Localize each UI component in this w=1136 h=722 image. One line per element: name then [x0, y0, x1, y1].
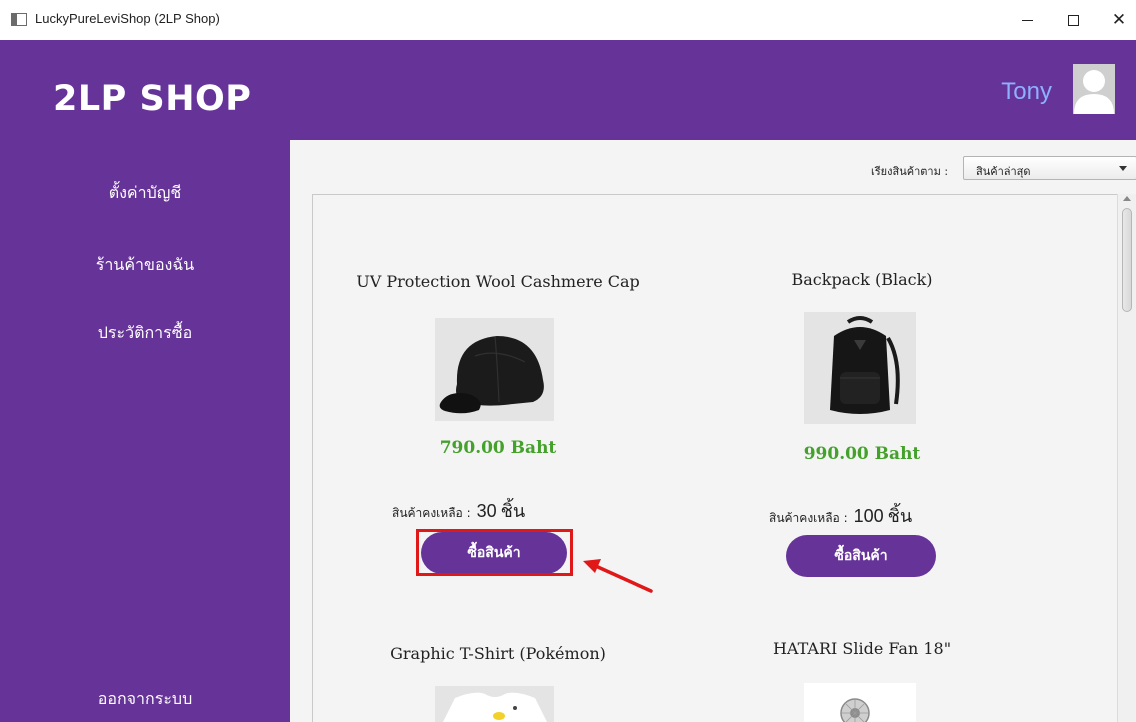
close-button[interactable]: ✕ — [1104, 8, 1134, 32]
fan-image-icon — [804, 683, 916, 722]
product-name: UV Protection Wool Cashmere Cap — [356, 272, 640, 291]
buy-button[interactable]: ซื้อสินค้า — [421, 532, 567, 574]
scroll-thumb[interactable] — [1122, 208, 1132, 312]
avatar[interactable] — [1073, 64, 1115, 114]
product-name: HATARI Slide Fan 18" — [772, 639, 952, 658]
sort-label: เรียงสินค้าตาม : — [871, 165, 949, 178]
tshirt-image-icon — [435, 686, 554, 722]
window-titlebar: LuckyPureLeviShop (2LP Shop) ✕ — [0, 0, 1136, 40]
username-label[interactable]: Tony — [1001, 78, 1052, 106]
product-image-cap — [435, 318, 554, 421]
user-avatar-icon — [1073, 64, 1115, 114]
sidebar-item-account-settings[interactable]: ตั้งค่าบัญชี — [0, 181, 290, 206]
maximize-icon — [1067, 14, 1079, 26]
stock-unit: ชิ้น — [887, 506, 913, 527]
maximize-button[interactable] — [1058, 8, 1088, 32]
product-image-backpack — [804, 312, 916, 424]
cap-image-icon — [435, 318, 554, 421]
stock-label: สินค้าคงเหลือ : — [769, 511, 848, 525]
sidebar-item-logout[interactable]: ออกจากระบบ — [0, 687, 290, 712]
shop-logo: 2LP SHOP — [53, 79, 252, 119]
app-window-icon — [11, 13, 27, 26]
window-title: LuckyPureLeviShop (2LP Shop) — [35, 11, 220, 26]
sidebar-item-purchase-history[interactable]: ประวัติการซื้อ — [0, 321, 290, 346]
sidebar-item-my-shop[interactable]: ร้านค้าของฉัน — [0, 253, 290, 278]
minimize-button[interactable] — [1012, 8, 1042, 32]
buy-button[interactable]: ซื้อสินค้า — [786, 535, 936, 577]
product-image-fan — [804, 683, 916, 722]
minimize-icon — [1021, 19, 1033, 21]
close-icon: ✕ — [1111, 9, 1127, 30]
stock-count: 30 — [476, 501, 497, 521]
chevron-down-icon — [1119, 166, 1127, 171]
stock-count: 100 — [853, 506, 884, 526]
sort-dropdown[interactable]: สินค้าล่าสุด — [963, 156, 1136, 180]
product-price: 990.00 Baht — [803, 444, 921, 464]
scroll-up-arrow-icon[interactable] — [1123, 196, 1131, 201]
sidebar — [0, 140, 290, 722]
product-stock: สินค้าคงเหลือ : 30 ชิ้น — [392, 496, 525, 525]
product-stock: สินค้าคงเหลือ : 100 ชิ้น — [769, 501, 912, 530]
product-image-tshirt — [435, 686, 554, 722]
scrollbar[interactable] — [1117, 194, 1136, 722]
product-name: Graphic T-Shirt (Pokémon) — [390, 644, 606, 663]
stock-label: สินค้าคงเหลือ : — [392, 506, 471, 520]
backpack-image-icon — [804, 312, 916, 424]
stock-unit: ชิ้น — [500, 501, 526, 522]
product-price: 790.00 Baht — [439, 438, 557, 458]
product-name: Backpack (Black) — [791, 270, 933, 289]
sort-selected-value: สินค้าล่าสุด — [976, 165, 1031, 178]
